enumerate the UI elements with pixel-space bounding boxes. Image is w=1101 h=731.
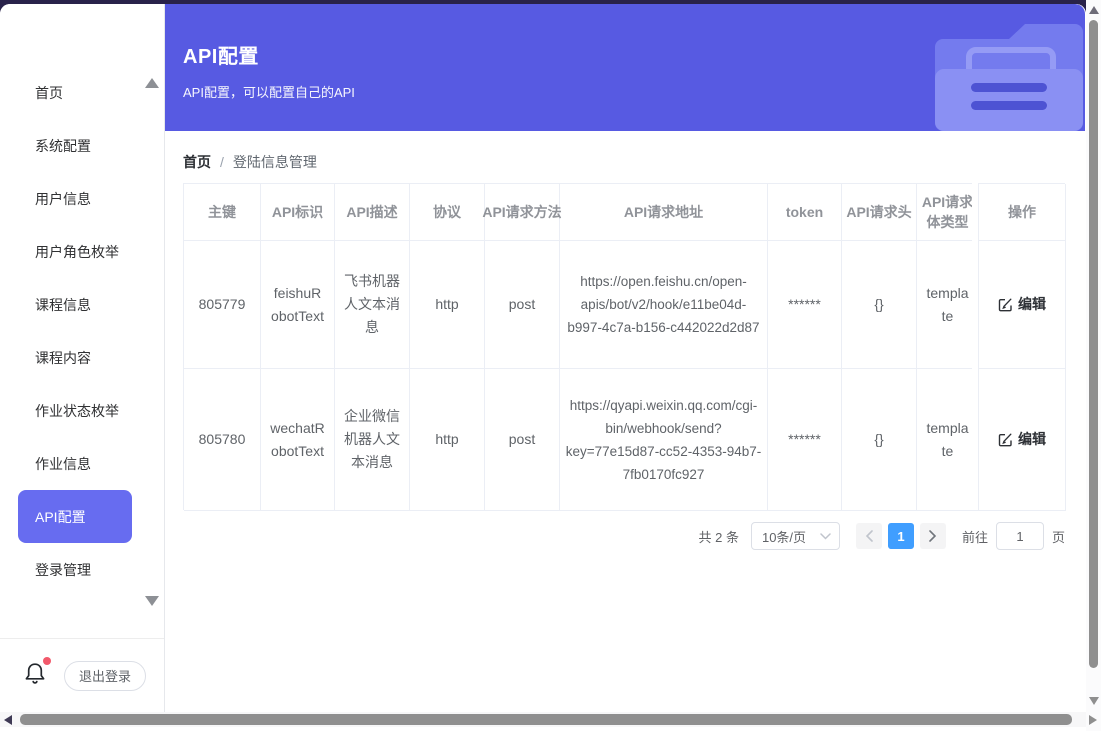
goto-page-input[interactable]	[996, 522, 1044, 550]
sidebar-item-user-role-enum[interactable]: 用户角色枚举	[18, 225, 132, 278]
column-header-body-type: API请求体类型	[917, 184, 979, 241]
table-cell-actions: 编辑	[979, 241, 1066, 369]
table-cell-method: post	[485, 369, 560, 511]
logout-button[interactable]: 退出登录	[64, 661, 146, 691]
breadcrumb-current: 登陆信息管理	[233, 152, 317, 172]
page-number-button[interactable]: 1	[888, 523, 914, 549]
sidebar-item-user-info[interactable]: 用户信息	[18, 172, 132, 225]
sidebar-item-label: 课程信息	[35, 295, 91, 315]
scroll-down-arrow-icon[interactable]	[1089, 697, 1099, 705]
sidebar-item-homework-status-enum[interactable]: 作业状态枚举	[18, 384, 132, 437]
table-cell-actions: 编辑	[979, 369, 1066, 511]
sidebar-item-course-content[interactable]: 课程内容	[18, 331, 132, 384]
notification-bell-button[interactable]	[23, 660, 47, 692]
table-cell-headers: {}	[842, 241, 917, 369]
column-header-url: API请求地址	[560, 184, 768, 241]
table-cell-id: 805779	[184, 241, 261, 369]
table-cell-body-type: template	[917, 241, 979, 369]
column-header-request-headers: API请求头	[842, 184, 917, 241]
horizontal-scrollbar[interactable]	[0, 712, 1086, 727]
sidebar-item-label: 首页	[35, 83, 63, 103]
horizontal-scrollbar-thumb[interactable]	[20, 714, 1072, 725]
app-window: 首页 系统配置 用户信息 用户角色枚举 课程信息 课程内容 作业状态枚举 作业信…	[0, 4, 1086, 731]
table-cell-url: https://qyapi.weixin.qq.com/cgi-bin/webh…	[560, 369, 768, 511]
page-unit-label: 页	[1052, 527, 1065, 546]
sidebar-item-course-info[interactable]: 课程信息	[18, 278, 132, 331]
table-cell-protocol: http	[410, 241, 485, 369]
next-page-button[interactable]	[920, 523, 946, 549]
column-header-id: 主键	[184, 184, 261, 241]
table-cell-url: https://open.feishu.cn/open-apis/bot/v2/…	[560, 241, 768, 369]
table-cell-id: 805780	[184, 369, 261, 511]
vertical-scrollbar[interactable]	[1086, 0, 1101, 731]
table-cell-api-key: feishuRobotText	[261, 241, 335, 369]
sidebar-item-label: API配置	[35, 507, 86, 527]
sidebar-menu: 首页 系统配置 用户信息 用户角色枚举 课程信息 课程内容 作业状态枚举 作业信…	[0, 66, 164, 596]
notification-dot-badge	[43, 657, 51, 665]
table-cell-api-desc: 企业微信机器人文本消息	[335, 369, 410, 511]
scroll-up-arrow-icon[interactable]	[1089, 6, 1099, 14]
sidebar-item-label: 课程内容	[35, 348, 91, 368]
edit-button-label: 编辑	[1018, 428, 1046, 451]
column-header-method: API请求方法	[485, 184, 560, 241]
table-cell-method: post	[485, 241, 560, 369]
edit-button[interactable]: 编辑	[998, 428, 1046, 451]
sidebar-item-label: 用户信息	[35, 189, 91, 209]
column-header-protocol: 协议	[410, 184, 485, 241]
sidebar-item-home[interactable]: 首页	[18, 66, 132, 119]
sidebar-item-api-config[interactable]: API配置	[18, 490, 132, 543]
edit-button[interactable]: 编辑	[998, 293, 1046, 316]
table-cell-api-key: wechatRobotText	[261, 369, 335, 511]
sidebar-item-label: 作业状态枚举	[35, 401, 119, 421]
table-cell-protocol: http	[410, 369, 485, 511]
sidebar-item-login-management[interactable]: 登录管理	[18, 543, 132, 596]
goto-label: 前往	[962, 527, 988, 546]
table-cell-token: ******	[768, 241, 842, 369]
sidebar-footer: 退出登录	[0, 638, 164, 712]
edit-icon	[998, 297, 1013, 312]
column-header-actions: 操作	[979, 184, 1066, 241]
edit-button-label: 编辑	[1018, 293, 1046, 316]
edit-icon	[998, 432, 1013, 447]
page-size-select[interactable]: 10条/页	[751, 522, 840, 550]
breadcrumb-home-link[interactable]: 首页	[183, 152, 211, 172]
sidebar-item-label: 登录管理	[35, 560, 91, 580]
page-header-banner: API配置 API配置，可以配置自己的API	[165, 4, 1085, 131]
table-cell-headers: {}	[842, 369, 917, 511]
column-header-api-desc: API描述	[335, 184, 410, 241]
pagination-bar: 共 2 条 10条/页 1 前往 页	[699, 521, 1066, 551]
prev-page-button[interactable]	[856, 523, 882, 549]
sidebar-scroll-down-caret-icon[interactable]	[145, 596, 159, 606]
page-size-value: 10条/页	[762, 527, 806, 546]
folder-documents-icon	[931, 13, 1085, 131]
total-count-label: 共 2 条	[699, 527, 739, 546]
fixed-column-gap	[972, 183, 978, 510]
breadcrumb-separator: /	[220, 154, 224, 170]
sidebar-item-label: 作业信息	[35, 454, 91, 474]
table-cell-api-desc: 飞书机器人文本消息	[335, 241, 410, 369]
sidebar: 首页 系统配置 用户信息 用户角色枚举 课程信息 课程内容 作业状态枚举 作业信…	[0, 4, 165, 712]
vertical-scrollbar-thumb[interactable]	[1089, 20, 1098, 668]
table-cell-token: ******	[768, 369, 842, 511]
breadcrumb: 首页 / 登陆信息管理	[183, 152, 317, 172]
table-cell-body-type: template	[917, 369, 979, 511]
sidebar-item-label: 系统配置	[35, 136, 91, 156]
scroll-left-arrow-icon[interactable]	[4, 715, 12, 725]
column-header-api-key: API标识	[261, 184, 335, 241]
sidebar-item-label: 用户角色枚举	[35, 242, 119, 262]
chevron-down-icon	[820, 533, 831, 540]
column-header-token: token	[768, 184, 842, 241]
sidebar-item-homework-info[interactable]: 作业信息	[18, 437, 132, 490]
chevron-right-icon	[929, 530, 937, 542]
sidebar-item-system-config[interactable]: 系统配置	[18, 119, 132, 172]
main-content: API配置 API配置，可以配置自己的API 首页 / 登陆信息管理 主键 AP…	[165, 4, 1086, 731]
scroll-right-arrow-icon[interactable]	[1089, 715, 1097, 725]
chevron-left-icon	[865, 530, 873, 542]
api-config-table: 主键 API标识 API描述 协议 API请求方法 API请求地址 token …	[183, 183, 1065, 510]
